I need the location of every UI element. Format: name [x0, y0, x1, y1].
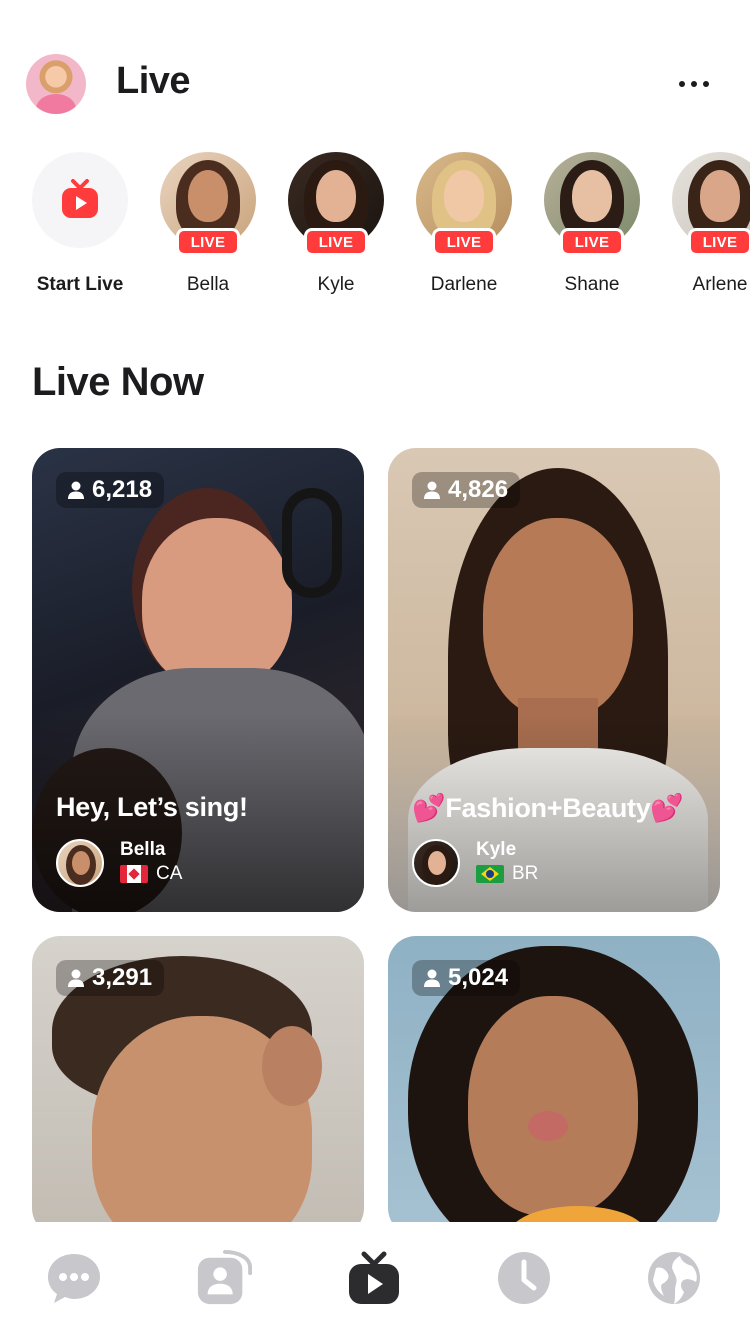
story-name: Kyle: [317, 274, 355, 295]
host-name: Kyle: [476, 839, 517, 860]
viewer-count-value: 4,826: [448, 476, 509, 503]
clock-icon: [498, 1252, 550, 1304]
story-item-bella[interactable]: LIVE Bella: [153, 150, 263, 310]
story-name: Darlene: [430, 274, 498, 295]
live-card-3[interactable]: 3,291: [32, 936, 364, 1236]
host-country: BR: [512, 863, 539, 884]
viewer-count-value: 5,024: [448, 964, 509, 991]
profile-avatar[interactable]: [26, 54, 86, 114]
live-badge: LIVE: [560, 228, 624, 256]
live-card-4[interactable]: 5,024: [388, 936, 720, 1236]
page-title: Live: [116, 60, 191, 102]
live-badge: LIVE: [432, 228, 496, 256]
live-stories-row: Start Live LIVE Bella LIVE Kyle LIVE Dar…: [0, 150, 750, 310]
host-country: CA: [156, 863, 183, 884]
host-avatar: [56, 839, 104, 887]
live-badge: LIVE: [176, 228, 240, 256]
host-avatar: [412, 839, 460, 887]
story-item-kyle[interactable]: LIVE Kyle: [281, 150, 391, 310]
viewer-count: 3,291: [56, 960, 165, 996]
top-bar: Live: [0, 0, 750, 140]
viewer-count: 5,024: [412, 960, 521, 996]
story-item-shane[interactable]: LIVE Shane: [537, 150, 647, 310]
host-info: Kyle BR: [412, 838, 538, 888]
host-info: Bella CA: [56, 838, 182, 888]
viewer-count-value: 3,291: [92, 964, 153, 991]
viewer-count: 6,218: [56, 472, 165, 508]
story-item-darlene[interactable]: LIVE Darlene: [409, 150, 519, 310]
viewer-person-icon: [68, 969, 84, 987]
live-card-kyle[interactable]: 4,826 💕Fashion+Beauty💕 Kyle BR: [388, 448, 720, 912]
more-options-icon[interactable]: [670, 66, 718, 102]
host-name: Bella: [120, 839, 166, 860]
story-name: Bella: [186, 274, 230, 295]
tab-explore[interactable]: [646, 1250, 702, 1306]
start-live-circle: [32, 152, 128, 248]
live-tv-icon: [62, 179, 98, 218]
start-live-button[interactable]: Start Live: [25, 150, 135, 310]
live-badge: LIVE: [304, 228, 368, 256]
start-live-label: Start Live: [36, 274, 124, 295]
story-name: Arlene: [692, 274, 748, 295]
bottom-tab-bar: [0, 1222, 750, 1334]
tab-history[interactable]: [496, 1250, 552, 1306]
globe-icon: [648, 1252, 700, 1304]
br-flag-icon: [476, 865, 504, 883]
live-card-bella[interactable]: 6,218 Hey, Let’s sing! Bella CA: [32, 448, 364, 912]
tab-live[interactable]: [346, 1250, 402, 1306]
stream-caption: 💕Fashion+Beauty💕: [412, 793, 684, 823]
stream-caption: Hey, Let’s sing!: [56, 792, 248, 822]
ca-flag-icon: [120, 865, 148, 883]
viewer-count-value: 6,218: [92, 476, 153, 503]
contacts-icon: [197, 1250, 252, 1305]
viewer-person-icon: [424, 969, 440, 987]
live-now-heading: Live Now: [32, 360, 204, 404]
viewer-person-icon: [68, 481, 84, 499]
viewer-person-icon: [424, 481, 440, 499]
tab-chat[interactable]: [46, 1250, 102, 1306]
viewer-count: 4,826: [412, 472, 521, 508]
live-badge: LIVE: [688, 228, 750, 256]
chat-icon: [48, 1254, 100, 1303]
tab-contacts[interactable]: [196, 1250, 252, 1306]
live-tv-icon: [349, 1251, 399, 1304]
story-name: Shane: [564, 274, 620, 295]
story-item-arlene[interactable]: LIVE Arlene: [665, 150, 750, 310]
